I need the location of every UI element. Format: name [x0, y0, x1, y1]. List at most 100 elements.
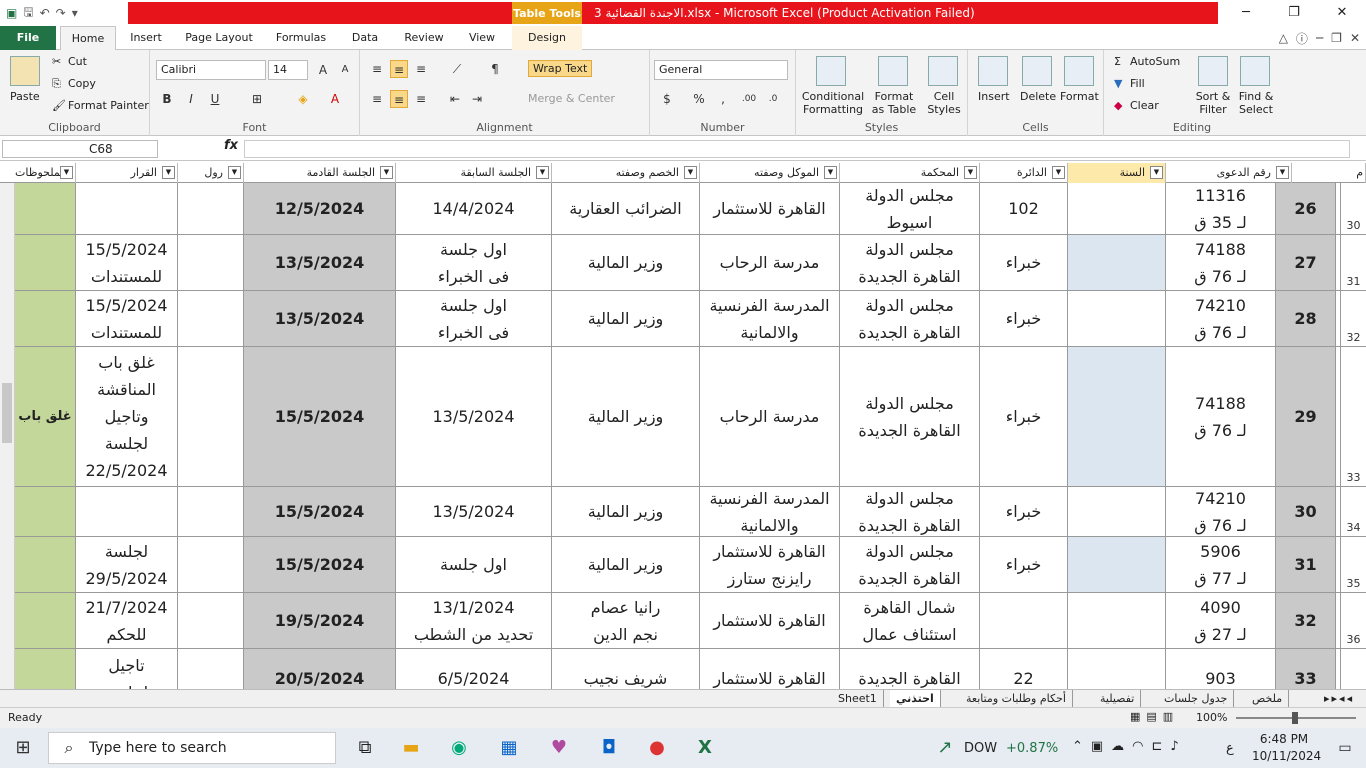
cell-decision[interactable]: لجلسة 29/5/2024: [76, 537, 178, 592]
underline-button[interactable]: U: [206, 90, 224, 108]
col-header-case-number[interactable]: رقم الدعوى ▼: [1166, 163, 1292, 183]
cell-prev-session[interactable]: 6/5/2024: [396, 649, 552, 689]
cell-styles-icon[interactable]: [928, 56, 958, 86]
cell-court[interactable]: شمال القاهرة استئناف عمال: [840, 593, 980, 648]
start-icon[interactable]: ⊞: [8, 733, 38, 763]
cell-prev-session[interactable]: اول جلسة: [396, 537, 552, 592]
cell-m[interactable]: 32: [1276, 593, 1336, 648]
row-number[interactable]: 36: [1340, 593, 1366, 648]
excel-taskbar-icon[interactable]: X: [690, 733, 720, 763]
task-view-icon[interactable]: ⧉: [350, 733, 380, 763]
align-center-icon[interactable]: ≡: [390, 90, 408, 108]
minimize-workbook-icon[interactable]: ─: [1316, 31, 1323, 45]
collapse-ribbon-icon[interactable]: △: [1279, 31, 1288, 45]
merge-center-button[interactable]: Merge & Center: [528, 92, 615, 105]
row-number[interactable]: 31: [1340, 235, 1366, 290]
filter-dropdown-icon[interactable]: ▼: [162, 166, 175, 179]
cell-circuit[interactable]: خبراء: [980, 537, 1068, 592]
row-number[interactable]: 30: [1340, 183, 1366, 234]
decrease-indent-icon[interactable]: ⇤: [446, 90, 464, 108]
filter-dropdown-icon[interactable]: ▼: [964, 166, 977, 179]
cell-notes[interactable]: [15, 235, 76, 290]
cell-prev-session[interactable]: 13/5/2024: [396, 347, 552, 486]
format-cells-button[interactable]: Format: [1060, 90, 1099, 103]
cell-case-number[interactable]: 74210 لـ 76 ق: [1166, 291, 1276, 346]
cell-notes[interactable]: [15, 487, 76, 536]
wrap-text-button[interactable]: Wrap Text: [528, 60, 593, 77]
cell-m[interactable]: 29: [1276, 347, 1336, 486]
formula-input[interactable]: [244, 140, 1350, 158]
chrome-icon[interactable]: ●: [642, 733, 672, 763]
tab-review[interactable]: Review: [396, 26, 452, 50]
align-bottom-icon[interactable]: ≡: [412, 60, 430, 78]
cell-decision[interactable]: تاجيل لجلسة: [76, 649, 178, 689]
col-header-notes[interactable]: الملحوظات ▼: [15, 163, 76, 183]
filter-dropdown-icon[interactable]: ▼: [1052, 166, 1065, 179]
tab-file[interactable]: File: [0, 26, 56, 50]
shrink-font-icon[interactable]: A: [336, 61, 354, 79]
help-icon[interactable]: ⓘ: [1296, 30, 1308, 47]
cell-court[interactable]: مجلس الدولة اسيوط: [840, 183, 980, 234]
cell-next-session[interactable]: 15/5/2024: [244, 537, 396, 592]
cell-m[interactable]: 26: [1276, 183, 1336, 234]
bold-button[interactable]: B: [158, 90, 176, 108]
system-tray-icons[interactable]: ⌃▣☁◠⊏♪: [1072, 739, 1187, 754]
conditional-formatting-button[interactable]: Conditional Formatting: [800, 90, 866, 116]
vertical-scrollbar[interactable]: [0, 183, 15, 689]
sheet-tab-rulings[interactable]: أحكام وطلبات ومتابعة: [960, 690, 1073, 707]
cell-case-number[interactable]: 74210 لـ 76 ق: [1166, 487, 1276, 536]
col-header-opponent[interactable]: الخصم وصفته ▼: [552, 163, 700, 183]
cell-circuit[interactable]: [980, 593, 1068, 648]
outlook-icon[interactable]: ◘: [594, 733, 624, 763]
insert-cells-icon[interactable]: [978, 56, 1008, 86]
currency-button[interactable]: $: [658, 90, 676, 108]
cell-client[interactable]: مدرسة الرحاب: [700, 235, 840, 290]
cell-next-session[interactable]: 12/5/2024: [244, 183, 396, 234]
cell-client[interactable]: مدرسة الرحاب: [700, 347, 840, 486]
cell-next-session[interactable]: 15/5/2024: [244, 487, 396, 536]
cell-circuit[interactable]: خبراء: [980, 347, 1068, 486]
cell-prev-session[interactable]: 14/4/2024: [396, 183, 552, 234]
cell-decision[interactable]: 21/7/2024 للحكم: [76, 593, 178, 648]
cell-decision[interactable]: 15/5/2024 للمستندات: [76, 235, 178, 290]
align-right-icon[interactable]: ≡: [412, 90, 430, 108]
excel-icon[interactable]: ▣: [6, 6, 17, 20]
format-painter-button[interactable]: Format Painter: [68, 99, 149, 112]
edge-icon[interactable]: ◉: [444, 733, 474, 763]
cell-decision[interactable]: غلق باب المناقشة وتاجيل لجلسة 22/5/2024: [76, 347, 178, 486]
cell-opponent[interactable]: وزير المالية: [552, 347, 700, 486]
col-header-prev-session[interactable]: الجلسة السابقة ▼: [396, 163, 552, 183]
cell-opponent[interactable]: وزير المالية: [552, 235, 700, 290]
cell-opponent[interactable]: وزير المالية: [552, 487, 700, 536]
format-cells-icon[interactable]: [1064, 56, 1094, 86]
tab-insert[interactable]: Insert: [120, 26, 172, 50]
cell-next-session[interactable]: 20/5/2024: [244, 649, 396, 689]
cell-styles-button[interactable]: Cell Styles: [924, 90, 964, 116]
clear-button[interactable]: Clear: [1130, 99, 1159, 112]
number-format-select[interactable]: General: [654, 60, 788, 80]
filter-dropdown-icon[interactable]: ▼: [1150, 166, 1163, 179]
align-middle-icon[interactable]: ≡: [390, 60, 408, 78]
input-language[interactable]: ع: [1226, 741, 1234, 756]
cell-circuit[interactable]: خبراء: [980, 235, 1068, 290]
font-color-icon[interactable]: A: [326, 90, 344, 108]
col-header-client[interactable]: الموكل وصفته ▼: [700, 163, 840, 183]
close-icon[interactable]: ✕: [1318, 0, 1366, 26]
cell-case-number[interactable]: 74188 لـ 76 ق: [1166, 347, 1276, 486]
cell-decision[interactable]: 15/5/2024 للمستندات: [76, 291, 178, 346]
col-header-decision[interactable]: القرار ▼: [76, 163, 178, 183]
tab-page-layout[interactable]: Page Layout: [178, 26, 260, 50]
taskbar-search[interactable]: Type here to search: [48, 732, 336, 764]
percent-button[interactable]: %: [690, 90, 708, 108]
save-icon[interactable]: 🖫: [23, 3, 33, 24]
cell-m[interactable]: 28: [1276, 291, 1336, 346]
cell-client[interactable]: المدرسة الفرنسية والالمانية: [700, 291, 840, 346]
customize-qat-icon[interactable]: ▾: [72, 6, 78, 20]
cell-prev-session[interactable]: اول جلسة فى الخبراء: [396, 291, 552, 346]
cell-case-number[interactable]: 5906 لـ 77 ق: [1166, 537, 1276, 592]
delete-cells-icon[interactable]: [1022, 56, 1052, 86]
row-number[interactable]: 33: [1340, 347, 1366, 486]
cell-notes[interactable]: [15, 291, 76, 346]
col-header-year[interactable]: السنة ▼: [1068, 163, 1166, 183]
find-select-icon[interactable]: [1240, 56, 1270, 86]
